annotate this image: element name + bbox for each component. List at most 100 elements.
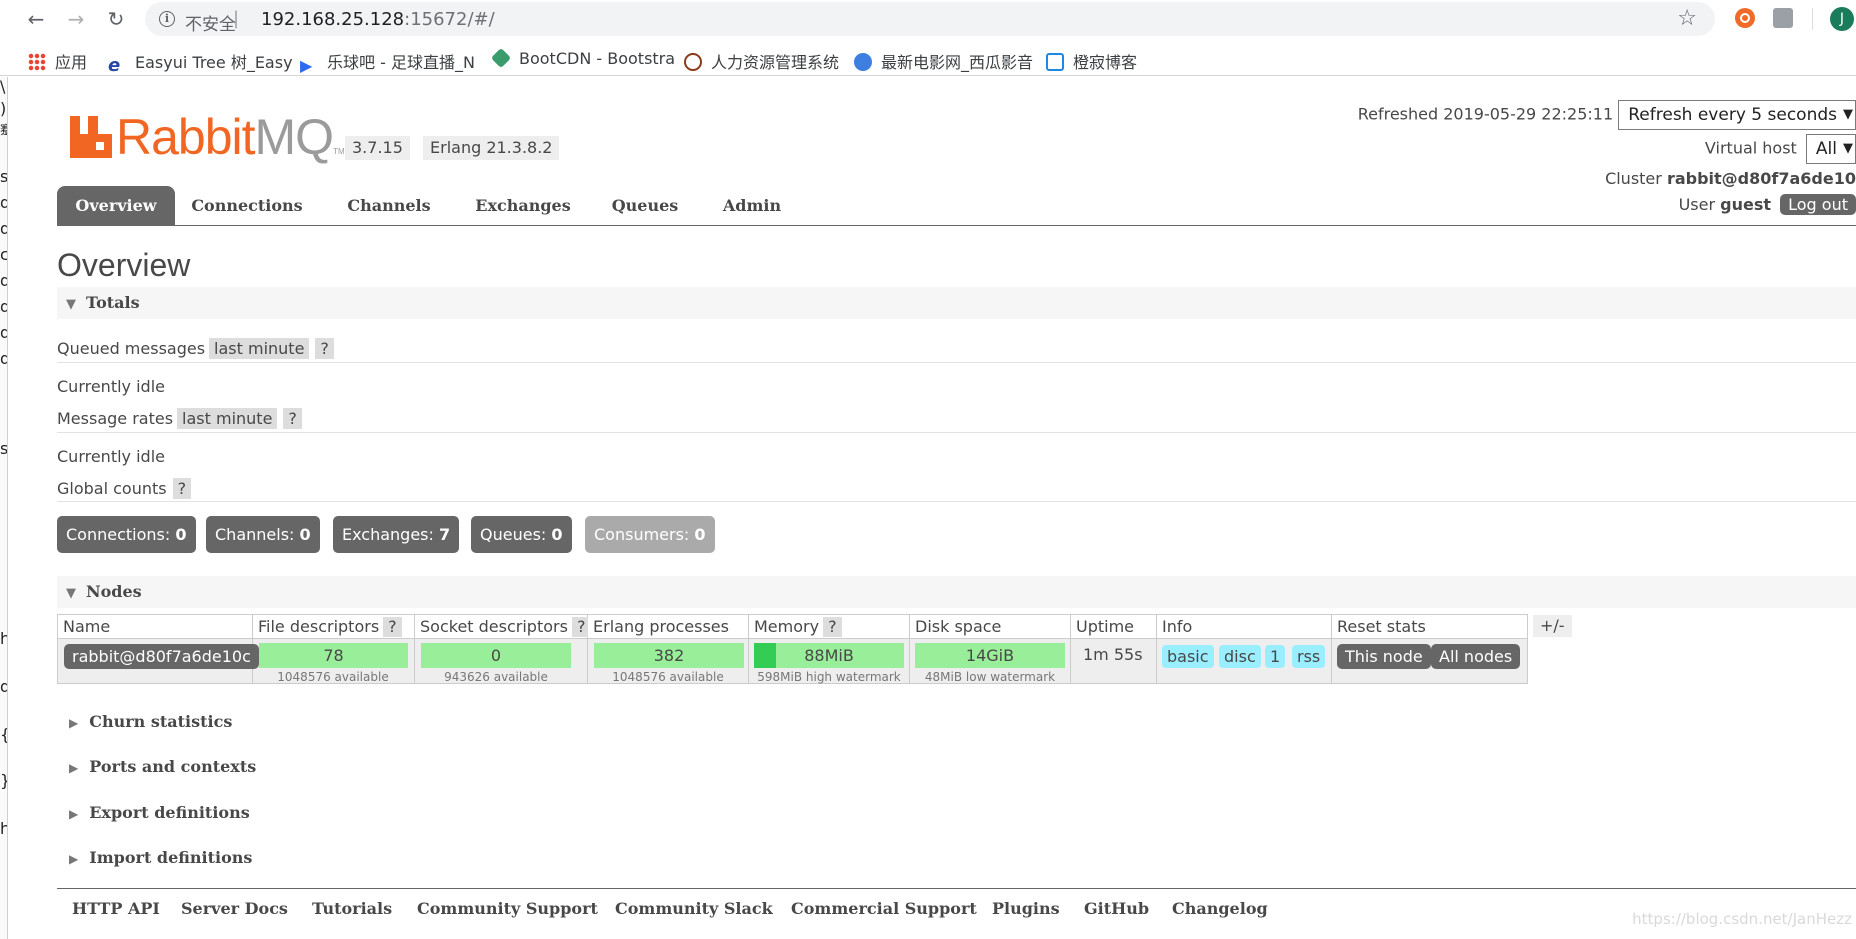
column-toggle-button[interactable]: +/- [1533,615,1572,637]
tab-overview[interactable]: Overview [57,186,175,226]
rabbitmq-wordmark: RabbitMQTM [116,108,345,166]
footer-link-community-support[interactable]: Community Support [417,899,598,918]
count-value: 7 [439,525,451,544]
refresh-interval-select[interactable]: Refresh every 5 seconds ▼ [1618,100,1856,130]
fd-available: 1048576 available [277,670,389,684]
section-title: Export definitions [89,803,250,822]
info-tag-disc: disc [1219,645,1261,668]
footer-link-plugins[interactable]: Plugins [992,899,1060,918]
bookmark-easyui[interactable]: e Easyui Tree 树_Easy [108,49,293,75]
triangle-right-icon: ▶ [69,807,79,821]
bootcdn-icon [490,47,512,69]
bookmark-bootcdn[interactable]: BootCDN - Bootstra [490,47,676,69]
queues-count-button[interactable]: Queues: 0 [471,516,572,553]
triangle-down-icon: ▼ [66,297,76,312]
erlang-version-badge: Erlang 21.3.8.2 [423,136,560,160]
reset-all-nodes-button[interactable]: All nodes [1431,644,1521,669]
edge-char: d [0,219,7,238]
col-uptime: Uptime 1m 55s [1071,615,1157,683]
sd-usage-bar: 0 [421,643,571,668]
sd-value: 0 [490,646,502,665]
tab-queues[interactable]: Queues [604,186,686,226]
footer-link-tutorials[interactable]: Tutorials [312,899,392,918]
vhost-select[interactable]: All ▼ [1805,134,1856,164]
uptime-value: 1m 55s [1083,645,1143,664]
forward-arrow-icon[interactable]: → [62,5,90,33]
footer-link-http-api[interactable]: HTTP API [72,899,160,918]
extension-orange-icon[interactable] [1735,8,1755,28]
churn-statistics-section[interactable]: ▶ Churn statistics [57,706,232,738]
section-title: Import definitions [89,848,253,867]
tab-admin[interactable]: Admin [712,186,792,226]
import-definitions-section[interactable]: ▶ Import definitions [57,842,252,874]
footer-divider [57,888,1856,889]
col-header: Name [58,615,252,639]
tab-exchanges[interactable]: Exchanges [467,186,579,226]
disk-value: 14GiB [965,646,1015,665]
bookmark-leqiuba[interactable]: ▶ 乐球吧 - 足球直播_N [300,49,475,75]
bookmark-label: 人力资源管理系统 [711,53,840,72]
col-header: File descriptors? [253,615,414,639]
bookmark-apps[interactable]: 应用 [28,49,87,73]
site-info-icon[interactable]: i [159,11,175,27]
queued-help-button[interactable]: ? [315,338,334,359]
col-header: Socket descriptors? [415,615,591,639]
edge-char: s [0,439,8,458]
bookmark-movie[interactable]: 最新电影网_西瓜影音 [854,49,1033,73]
profile-avatar[interactable]: J [1830,7,1854,31]
bookmark-label: Easyui Tree 树_Easy [135,53,293,72]
export-definitions-section[interactable]: ▶ Export definitions [57,797,250,829]
queued-range-chip[interactable]: last minute [209,338,310,359]
footer-link-github[interactable]: GitHub [1084,899,1149,918]
url-text[interactable]: 192.168.25.128:15672/#/ [261,9,495,30]
bookmark-label: BootCDN - Bootstra [519,49,676,68]
insecure-label: 不安全 [185,15,236,35]
tab-channels[interactable]: Channels [341,186,437,226]
version-badge: 3.7.15 [345,136,410,160]
col-memory: Memory? 88MiB 598MiB high watermark [749,615,910,684]
memory-fill [754,643,776,668]
tab-connections[interactable]: Connections [187,186,307,226]
col-header: Reset stats [1332,615,1527,639]
edge-char: d [0,677,7,696]
edge-char: d [0,349,7,368]
fd-help-button[interactable]: ? [383,617,402,637]
back-arrow-icon[interactable]: ← [22,5,50,33]
footer-link-community-slack[interactable]: Community Slack [615,899,773,918]
reset-this-node-button[interactable]: This node [1337,644,1431,669]
memory-help-button[interactable]: ? [823,617,842,637]
address-bar[interactable]: i 不安全 | 192.168.25.128:15672/#/ ☆ [145,2,1715,36]
toolbar-divider [1812,8,1813,30]
reload-icon[interactable]: ↻ [102,5,130,33]
logo-tm-text: TM [333,147,345,156]
bookmark-blog[interactable]: 橙寂博客 [1046,49,1137,73]
bookmark-star-icon[interactable]: ☆ [1677,6,1697,31]
global-counts-row: Global counts? [57,478,192,499]
rates-help-button[interactable]: ? [283,408,302,429]
vhost-label: Virtual host [1704,138,1797,158]
connections-count-button[interactable]: Connections: 0 [57,516,196,553]
divider [57,362,1856,363]
edge-char: d [0,323,7,342]
ports-contexts-section[interactable]: ▶ Ports and contexts [57,751,256,783]
bookmark-hr-system[interactable]: 人力资源管理系统 [684,49,839,73]
col-header: Uptime [1071,615,1156,639]
message-rates-row: Message rates last minute? [57,408,302,429]
edge-char: { [0,725,7,744]
hr-system-icon [684,53,702,71]
footer-link-server-docs[interactable]: Server Docs [181,899,288,918]
count-value: 0 [551,525,563,544]
footer-link-commercial-support[interactable]: Commercial Support [791,899,977,918]
channels-count-button[interactable]: Channels: 0 [206,516,320,553]
extension-gray-icon[interactable] [1773,8,1793,28]
rates-idle-text: Currently idle [57,447,165,466]
node-name-button[interactable]: rabbit@d80f7a6de10c [64,644,259,669]
exchanges-count-button[interactable]: Exchanges: 7 [333,516,460,553]
footer-link-changelog[interactable]: Changelog [1172,899,1268,918]
vhost-value: All [1815,139,1837,159]
global-help-button[interactable]: ? [172,478,192,499]
count-value: 0 [175,525,187,544]
rates-range-chip[interactable]: last minute [177,408,278,429]
totals-section-header[interactable]: ▼ Totals [57,287,1856,319]
nodes-section-header[interactable]: ▼ Nodes [57,576,1856,608]
